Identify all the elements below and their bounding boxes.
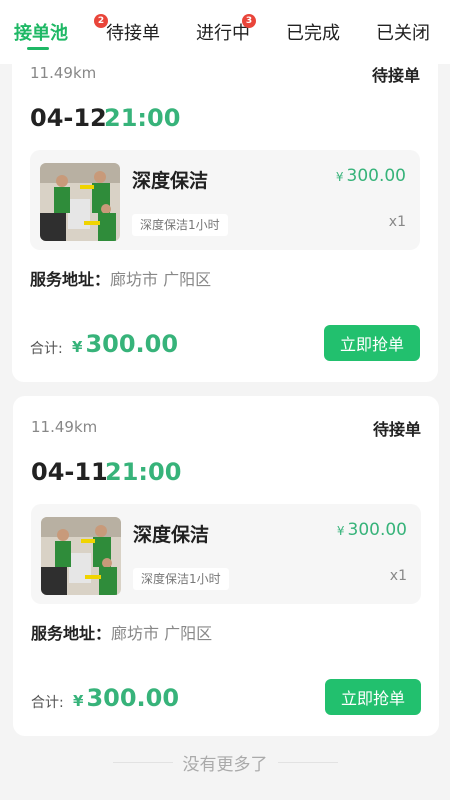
tab-closed[interactable]: 已关闭 (376, 0, 436, 64)
tab-in-progress[interactable]: 进行中 3 (196, 0, 286, 64)
order-distance: 11.49km (31, 418, 98, 436)
currency-symbol: ¥ (335, 170, 344, 184)
tab-label: 待接单 (106, 23, 160, 44)
service-price: ¥300.00 (336, 166, 406, 186)
no-more-text: 没有更多了 (182, 754, 268, 775)
order-tabs: 接单池 2 待接单 进行中 3 已完成 已关闭 (0, 0, 450, 64)
active-tab-indicator (27, 47, 49, 50)
tab-label: 已完成 (286, 23, 340, 44)
tab-label: 已关闭 (376, 23, 430, 44)
order-distance: 11.49km (30, 64, 97, 82)
currency-symbol: ¥ (73, 692, 84, 710)
total-label: 合计: (30, 341, 63, 357)
service-tag: 深度保洁1小时 (133, 568, 229, 590)
tab-pending[interactable]: 待接单 (106, 0, 196, 64)
service-quantity: x1 (388, 214, 406, 230)
order-status: 待接单 (372, 420, 421, 439)
tab-order-pool[interactable]: 接单池 2 (14, 0, 108, 64)
service-quantity: x1 (389, 568, 407, 584)
divider (112, 761, 173, 763)
total-amount: ¥300.00 (73, 684, 179, 712)
order-time: 21:00 (104, 104, 181, 132)
service-name: 深度保洁 (132, 170, 209, 192)
grab-order-button[interactable]: 立即抢单 (325, 679, 421, 715)
tab-badge: 3 (242, 14, 256, 28)
price-value: 300.00 (347, 520, 407, 540)
service-tag: 深度保洁1小时 (132, 214, 228, 236)
currency-symbol: ¥ (72, 338, 83, 356)
tab-completed[interactable]: 已完成 (286, 0, 376, 64)
order-date: 04-12 (30, 104, 107, 132)
total-value: 300.00 (86, 684, 180, 712)
service-address: 服务地址：廊坊市 广阳区 (30, 266, 211, 290)
address-value: 廊坊市 广阳区 (111, 624, 213, 643)
service-item[interactable]: 深度保洁 深度保洁1小时 ¥300.00 x1 (30, 150, 420, 250)
service-price: ¥300.00 (337, 520, 407, 540)
order-time: 21:00 (105, 458, 182, 486)
total-amount: ¥300.00 (72, 330, 178, 358)
address-label: 服务地址： (31, 624, 112, 643)
currency-symbol: ¥ (336, 524, 345, 538)
address-label: 服务地址： (30, 270, 111, 289)
service-name: 深度保洁 (133, 524, 210, 546)
list-end-indicator: 没有更多了 (0, 748, 450, 776)
order-card[interactable]: 11.49km 待接单 04-12 21:00 深度保洁 深度保洁1小时 ¥30… (12, 52, 438, 382)
order-card[interactable]: 11.49km 待接单 04-11 21:00 深度保洁 深度保洁1小时 ¥30… (13, 396, 439, 736)
service-item[interactable]: 深度保洁 深度保洁1小时 ¥300.00 x1 (31, 504, 421, 604)
grab-order-button[interactable]: 立即抢单 (324, 325, 420, 361)
tab-label: 接单池 (14, 23, 68, 44)
total-label: 合计: (31, 695, 64, 711)
price-value: 300.00 (346, 166, 406, 186)
address-value: 廊坊市 广阳区 (110, 270, 212, 289)
order-status: 待接单 (371, 66, 420, 85)
service-address: 服务地址：廊坊市 广阳区 (31, 620, 212, 644)
divider (277, 761, 338, 763)
service-image (41, 517, 121, 595)
total-value: 300.00 (85, 330, 179, 358)
service-image (40, 163, 120, 241)
order-date: 04-11 (31, 458, 108, 486)
